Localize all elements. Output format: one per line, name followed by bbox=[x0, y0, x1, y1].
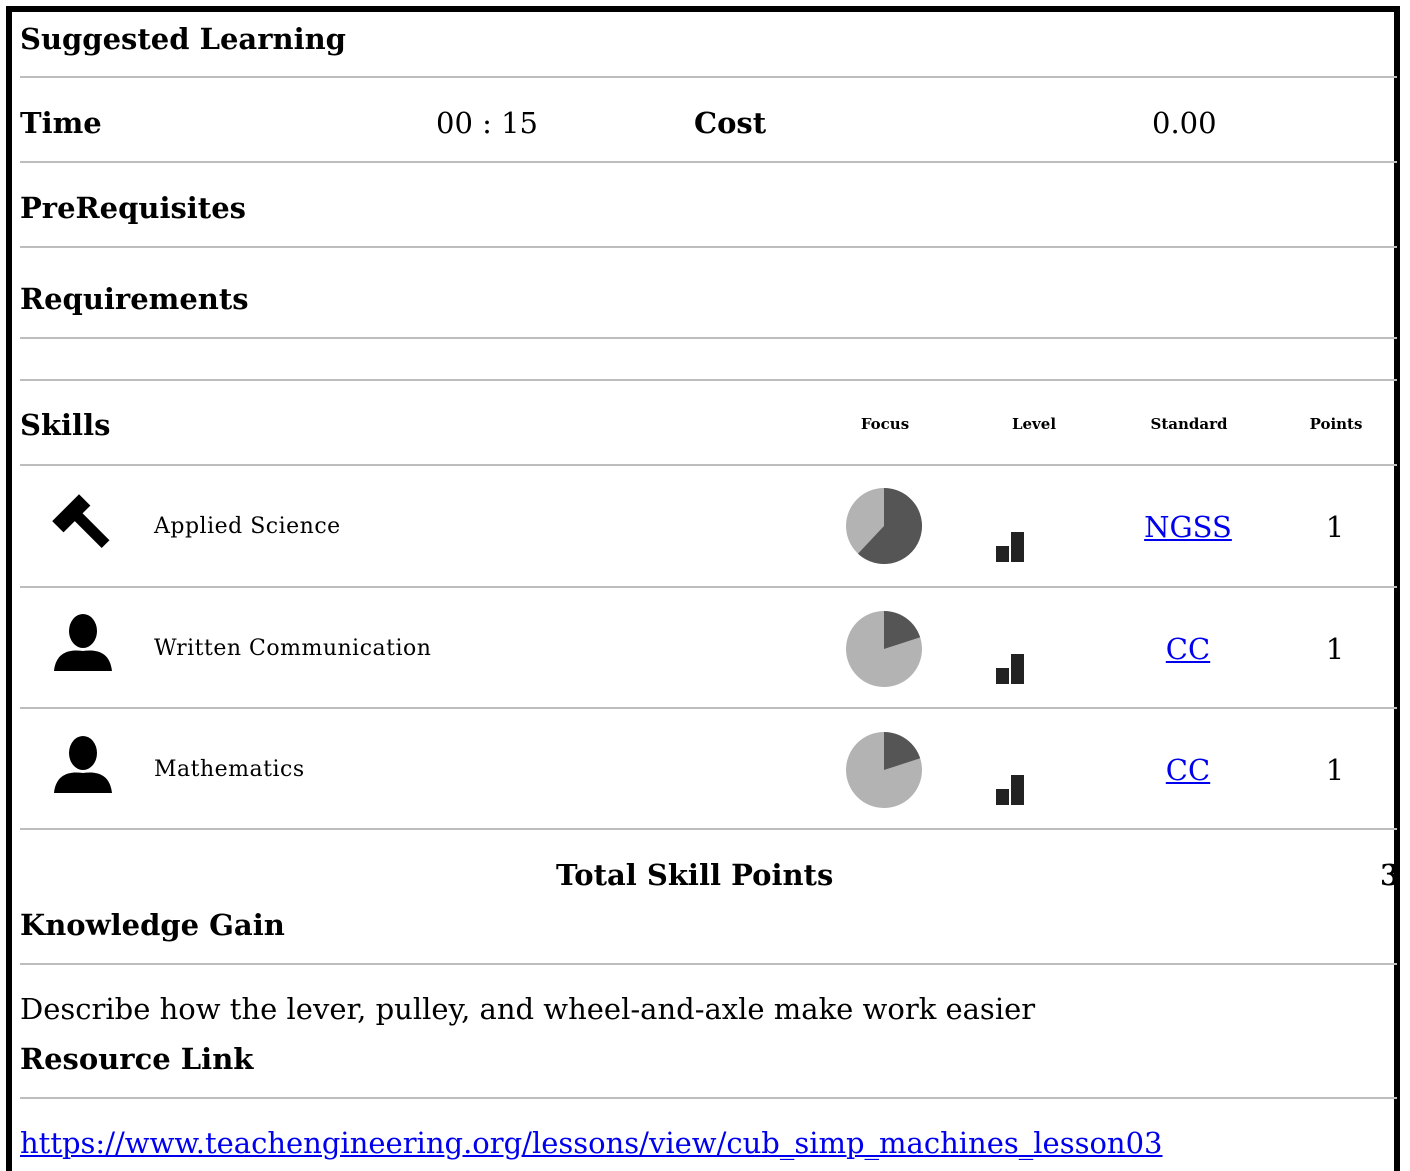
time-value: 00 : 15 bbox=[436, 106, 539, 140]
cost-value: 0.00 bbox=[1152, 106, 1217, 140]
skill-points: 1 bbox=[1325, 632, 1345, 666]
skill-name: Mathematics bbox=[154, 757, 305, 782]
person-icon bbox=[54, 736, 112, 793]
level-bars-icon bbox=[996, 654, 1024, 684]
divider bbox=[20, 828, 1397, 830]
standard-link-cc[interactable]: CC bbox=[1098, 632, 1278, 666]
divider bbox=[20, 464, 1397, 466]
skill-points: 1 bbox=[1325, 753, 1345, 787]
focus-column-header: Focus bbox=[860, 415, 910, 433]
divider bbox=[20, 586, 1397, 588]
level-bars-icon bbox=[996, 532, 1024, 562]
resource-link[interactable]: https://www.teachengineering.org/lessons… bbox=[20, 1126, 1163, 1160]
points-column-header: Points bbox=[1309, 415, 1363, 433]
resource-link-label: Resource Link bbox=[20, 1042, 254, 1076]
focus-pie-chart bbox=[846, 732, 922, 808]
divider bbox=[20, 707, 1397, 709]
prerequisites-label: PreRequisites bbox=[20, 191, 246, 225]
knowledge-gain-text: Describe how the lever, pulley, and whee… bbox=[20, 992, 1036, 1026]
divider bbox=[20, 379, 1397, 381]
divider bbox=[20, 246, 1397, 248]
skill-points: 1 bbox=[1325, 510, 1345, 544]
time-label: Time bbox=[20, 106, 102, 140]
total-skill-points-label: Total Skill Points bbox=[556, 858, 834, 892]
hammer-icon bbox=[52, 494, 110, 548]
divider bbox=[20, 76, 1397, 78]
focus-pie-chart bbox=[846, 488, 923, 564]
divider bbox=[20, 337, 1397, 339]
standard-link-cc[interactable]: CC bbox=[1098, 753, 1278, 787]
level-bars-icon bbox=[996, 775, 1024, 805]
standard-link-ngss[interactable]: NGSS bbox=[1098, 510, 1278, 544]
skills-label: Skills bbox=[20, 408, 111, 442]
focus-pie-chart bbox=[846, 611, 922, 687]
section-title: Suggested Learning bbox=[20, 22, 346, 56]
standard-column-header: Standard bbox=[1150, 415, 1228, 433]
divider bbox=[20, 963, 1397, 965]
total-skill-points-value: 3 bbox=[1380, 858, 1401, 892]
person-icon bbox=[54, 614, 112, 671]
level-column-header: Level bbox=[1011, 415, 1057, 433]
skill-name: Applied Science bbox=[154, 514, 341, 539]
cost-label: Cost bbox=[694, 106, 767, 140]
knowledge-gain-label: Knowledge Gain bbox=[20, 908, 285, 942]
skill-name: Written Communication bbox=[154, 636, 432, 661]
divider bbox=[20, 161, 1397, 163]
divider bbox=[20, 1097, 1397, 1099]
requirements-label: Requirements bbox=[20, 282, 249, 316]
resource-url[interactable]: https://www.teachengineering.org/lessons… bbox=[20, 1126, 1163, 1160]
